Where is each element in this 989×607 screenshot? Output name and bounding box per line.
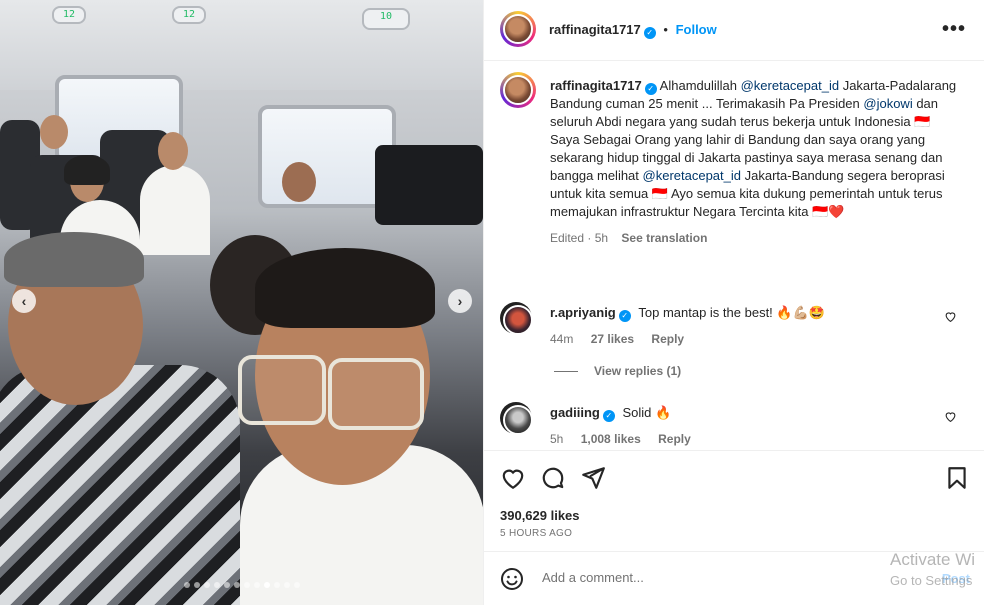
comment-likes[interactable]: 1,008 likes: [581, 432, 641, 446]
watermark-subtitle: Go to Settings: [890, 573, 973, 588]
carousel-dot: [203, 582, 210, 588]
author-username[interactable]: raffinagita1717: [549, 22, 641, 37]
post-photo: 12 12 10 ‹ ›: [0, 0, 483, 605]
carousel-indicator: [0, 576, 483, 591]
author-avatar[interactable]: [500, 72, 536, 108]
carousel-dot: [273, 582, 280, 588]
comment-text: Solid 🔥: [622, 405, 672, 420]
reply-button[interactable]: Reply: [651, 332, 684, 346]
carousel-prev-button[interactable]: ‹: [12, 289, 36, 313]
carousel-next-button[interactable]: ›: [448, 289, 472, 313]
emoji: 🇮🇩: [914, 114, 931, 129]
caption-text: raffinagita1717 ✓ Alhamdulillah @keretace…: [550, 77, 965, 247]
like-heart-icon[interactable]: [500, 465, 526, 491]
mention-link[interactable]: @keretacepat_id: [741, 78, 839, 93]
carousel-dot: [183, 582, 190, 588]
caption-segment: Alhamdulillah: [659, 78, 741, 93]
caption-username[interactable]: raffinagita1717: [550, 78, 642, 93]
carousel-dot: [263, 582, 270, 588]
selfie-person-left-hair: [4, 232, 144, 287]
video-camera: [375, 145, 483, 225]
commenter-username[interactable]: r.apriyanig: [550, 305, 616, 320]
verified-badge-icon: ✓: [644, 83, 657, 95]
comment-text: Top mantap is the best! 🔥💪🏼🤩: [638, 305, 825, 320]
carousel-dot: [213, 582, 220, 588]
comment-bubble-icon[interactable]: [540, 465, 566, 491]
author-avatar[interactable]: [500, 11, 536, 47]
comment-input[interactable]: [540, 569, 874, 586]
commenter-avatar[interactable]: [500, 302, 533, 335]
carousel-dot: [193, 582, 200, 588]
passenger-head: [158, 132, 188, 170]
carousel-dot: [283, 582, 290, 588]
selfie-person-left-jacket: [0, 365, 240, 605]
like-comment-heart-icon[interactable]: [944, 410, 957, 426]
commenter-username[interactable]: gadiiing: [550, 405, 600, 420]
seat-number-sign: 12: [52, 6, 86, 24]
emoji-smiley-icon[interactable]: [500, 567, 524, 591]
post-details-panel: raffinagita1717 ✓ • Follow ••• raffinagit…: [483, 0, 984, 605]
selfie-person-right-hair: [255, 248, 435, 328]
more-options-icon[interactable]: •••: [942, 18, 966, 41]
mention-link[interactable]: @jokowi: [863, 96, 912, 111]
view-replies-button[interactable]: View replies (1): [554, 364, 681, 378]
emoji: 🇮🇩: [812, 204, 829, 219]
passenger-head: [282, 162, 316, 202]
emoji: ❤️: [828, 204, 845, 219]
comment-time: 44m: [550, 332, 574, 346]
carousel-dot: [233, 582, 240, 588]
passenger: [140, 165, 210, 255]
verified-badge-icon: ✓: [618, 310, 631, 322]
post-timestamp: 5 HOURS AGO: [500, 528, 573, 539]
likes-count[interactable]: 390,629 likes: [500, 508, 580, 523]
windows-activation-watermark: Activate Wi Go to Settings: [890, 550, 975, 588]
comment-likes[interactable]: 27 likes: [591, 332, 634, 346]
post-header: raffinagita1717 ✓ • Follow •••: [484, 0, 984, 61]
passenger-head: [40, 115, 68, 149]
carousel-dot: [243, 582, 250, 588]
carousel-dot: [253, 582, 260, 588]
eyeglasses: [238, 355, 326, 425]
follow-button[interactable]: Follow: [676, 22, 717, 37]
carousel-dot: [293, 582, 300, 588]
reply-button[interactable]: Reply: [658, 432, 691, 446]
mention-link[interactable]: @keretacepat_id: [643, 168, 741, 183]
comment-time: 5h: [550, 432, 564, 446]
save-bookmark-icon[interactable]: [944, 465, 970, 491]
seat-number-sign: 10: [362, 8, 410, 30]
commenter-avatar[interactable]: [500, 402, 533, 435]
eyeglasses: [328, 358, 424, 430]
emoji: 🇮🇩: [651, 186, 669, 201]
passenger-hair: [64, 155, 110, 185]
watermark-title: Activate Wi: [890, 550, 976, 569]
separator-dot: •: [663, 22, 668, 37]
like-comment-heart-icon[interactable]: [944, 310, 957, 326]
see-translation-link[interactable]: See translation: [621, 231, 707, 245]
verified-badge-icon: ✓: [602, 410, 615, 422]
replies-divider-line: [554, 371, 578, 373]
seat-number-sign: 12: [172, 6, 206, 24]
share-paper-plane-icon[interactable]: [580, 465, 606, 491]
verified-badge-icon: ✓: [643, 27, 656, 39]
edited-time: Edited · 5h: [550, 231, 609, 245]
carousel-dot: [223, 582, 230, 588]
view-replies-label: View replies (1): [594, 364, 682, 378]
